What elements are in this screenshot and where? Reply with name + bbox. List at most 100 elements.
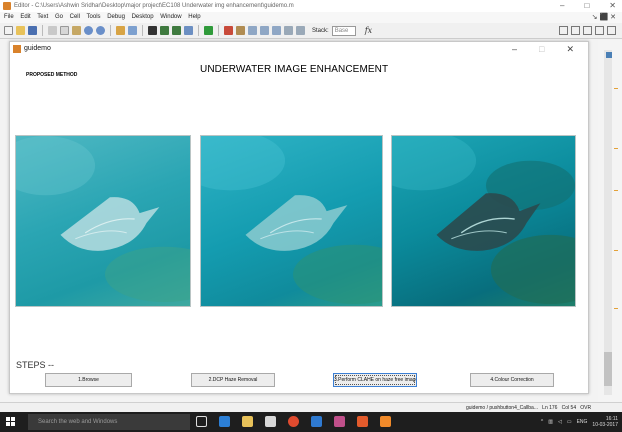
paste-icon[interactable] — [72, 26, 81, 35]
tray-chevron-icon[interactable]: ^ — [541, 419, 543, 425]
chrome-icon[interactable] — [288, 416, 299, 427]
editor-right-gutter — [598, 40, 622, 402]
browse-button[interactable]: 1.Browse — [45, 373, 132, 387]
task-view-icon[interactable] — [196, 416, 207, 427]
menu-cell[interactable]: Cell — [70, 14, 80, 20]
layout-controls — [559, 26, 616, 35]
clear-breakpoints-icon[interactable] — [236, 26, 245, 35]
volume-icon[interactable]: ◁ — [558, 419, 562, 425]
figure-window-buttons: – □ ✕ — [512, 42, 574, 56]
figure-title: guidemo — [24, 45, 51, 52]
dcp-haze-removal-button[interactable]: 2.DCP Haze Removal — [191, 373, 275, 387]
back-icon[interactable] — [160, 26, 169, 35]
editor-window-buttons: – □ ✕ — [560, 0, 616, 12]
find-icon[interactable] — [148, 26, 157, 35]
figure-close-button[interactable]: ✕ — [566, 42, 574, 56]
step-out-icon[interactable] — [272, 26, 281, 35]
menu-dock-controls[interactable]: ↘ ⬛ ✕ — [592, 12, 616, 23]
windows-start-icon[interactable] — [6, 417, 16, 427]
editor-status-bar: guidemo / pushbutton4_Callba... Ln 176 C… — [0, 402, 622, 412]
continue-icon[interactable] — [284, 26, 293, 35]
warning-mark[interactable] — [614, 250, 618, 251]
editor-menubar: File Edit Text Go Cell Tools Debug Deskt… — [0, 12, 622, 23]
clock-date: 10-03-2017 — [592, 422, 618, 428]
toolbar-separator — [218, 25, 219, 36]
menu-debug[interactable]: Debug — [107, 14, 125, 20]
step-in-icon[interactable] — [260, 26, 269, 35]
toolbar-separator — [142, 25, 143, 36]
stack-label: Stack: — [312, 27, 329, 34]
warning-mark[interactable] — [614, 190, 618, 191]
editor-minimize-button[interactable]: – — [560, 0, 564, 12]
menu-tools[interactable]: Tools — [87, 14, 101, 20]
matlab-icon[interactable] — [357, 416, 368, 427]
warning-mark[interactable] — [614, 88, 618, 89]
breakpoint-icon[interactable] — [224, 26, 233, 35]
clahe-image-axes — [391, 135, 576, 307]
toolbar-separator — [110, 25, 111, 36]
editor-titlebar: Editor - C:\Users\Ashwin Sridhar\Desktop… — [0, 0, 622, 12]
split-horizontal-icon[interactable] — [583, 26, 592, 35]
menu-file[interactable]: File — [4, 14, 14, 20]
forward-icon[interactable] — [172, 26, 181, 35]
editor-maximize-button[interactable]: □ — [584, 0, 589, 12]
colour-correction-button[interactable]: 4.Colour Correction — [470, 373, 554, 387]
menu-edit[interactable]: Edit — [20, 14, 30, 20]
editor-scrollbar[interactable] — [604, 50, 612, 395]
exit-debug-icon[interactable] — [296, 26, 305, 35]
open-folder-icon[interactable] — [16, 26, 25, 35]
figure-minimize-button[interactable]: – — [512, 42, 517, 56]
clock[interactable]: 16:11 10-03-2017 — [592, 416, 618, 428]
store-icon[interactable] — [265, 416, 276, 427]
menu-go[interactable]: Go — [55, 14, 63, 20]
step-icon[interactable] — [248, 26, 257, 35]
system-tray: ^ ▥ ◁ ▭ ENG 16:11 10-03-2017 — [541, 412, 618, 432]
redo-icon[interactable] — [96, 26, 105, 35]
menu-text[interactable]: Text — [37, 14, 48, 20]
network-icon[interactable]: ▥ — [548, 419, 553, 425]
matlab-editor-icon — [3, 2, 11, 10]
stack-select[interactable]: Base — [331, 25, 356, 36]
status-ovr: OVR — [580, 405, 592, 411]
editor-close-button[interactable]: ✕ — [609, 0, 616, 12]
menu-help[interactable]: Help — [188, 14, 200, 20]
app-icon[interactable] — [334, 416, 345, 427]
original-image-axes — [15, 135, 191, 307]
word-icon[interactable] — [311, 416, 322, 427]
file-explorer-icon[interactable] — [242, 416, 253, 427]
scrollbar-thumb[interactable] — [604, 352, 612, 386]
matlab-figure-icon — [13, 45, 21, 53]
tile-icon[interactable] — [559, 26, 568, 35]
function-browser-icon[interactable] — [184, 26, 193, 35]
fx-icon[interactable]: fx — [365, 26, 372, 35]
status-function-name: guidemo / pushbutton4_Callba... — [466, 405, 538, 411]
undo-icon[interactable] — [84, 26, 93, 35]
taskbar-search-input[interactable]: Search the web and Windows — [28, 414, 190, 430]
menu-window[interactable]: Window — [160, 14, 181, 20]
figure-maximize-button[interactable]: □ — [539, 42, 544, 56]
undock-icon[interactable] — [595, 26, 604, 35]
warning-mark[interactable] — [614, 148, 618, 149]
print-icon[interactable] — [116, 26, 125, 35]
split-vertical-icon[interactable] — [571, 26, 580, 35]
figure-titlebar: guidemo – □ ✕ — [10, 42, 588, 56]
notes-icon[interactable] — [380, 416, 391, 427]
page-title: UNDERWATER IMAGE ENHANCEMENT — [200, 64, 389, 75]
cut-icon[interactable] — [48, 26, 57, 35]
copy-icon[interactable] — [60, 26, 69, 35]
run-icon[interactable] — [204, 26, 213, 35]
save-icon[interactable] — [28, 26, 37, 35]
language-indicator[interactable]: ENG — [577, 419, 588, 425]
float-icon[interactable] — [607, 26, 616, 35]
manta-ray-image — [16, 136, 190, 303]
edge-icon[interactable] — [219, 416, 230, 427]
clahe-button[interactable]: 3.Perform CLAHE on haze free image — [333, 373, 417, 387]
insert-icon[interactable] — [128, 26, 137, 35]
proposed-method-label: PROPOSED METHOD — [26, 72, 78, 78]
status-ln-label: Ln — [542, 405, 548, 411]
new-file-icon[interactable] — [4, 26, 13, 35]
notification-icon[interactable]: ▭ — [567, 419, 572, 425]
warning-mark[interactable] — [614, 308, 618, 309]
scroll-up-icon[interactable] — [606, 52, 612, 58]
menu-desktop[interactable]: Desktop — [132, 14, 154, 20]
